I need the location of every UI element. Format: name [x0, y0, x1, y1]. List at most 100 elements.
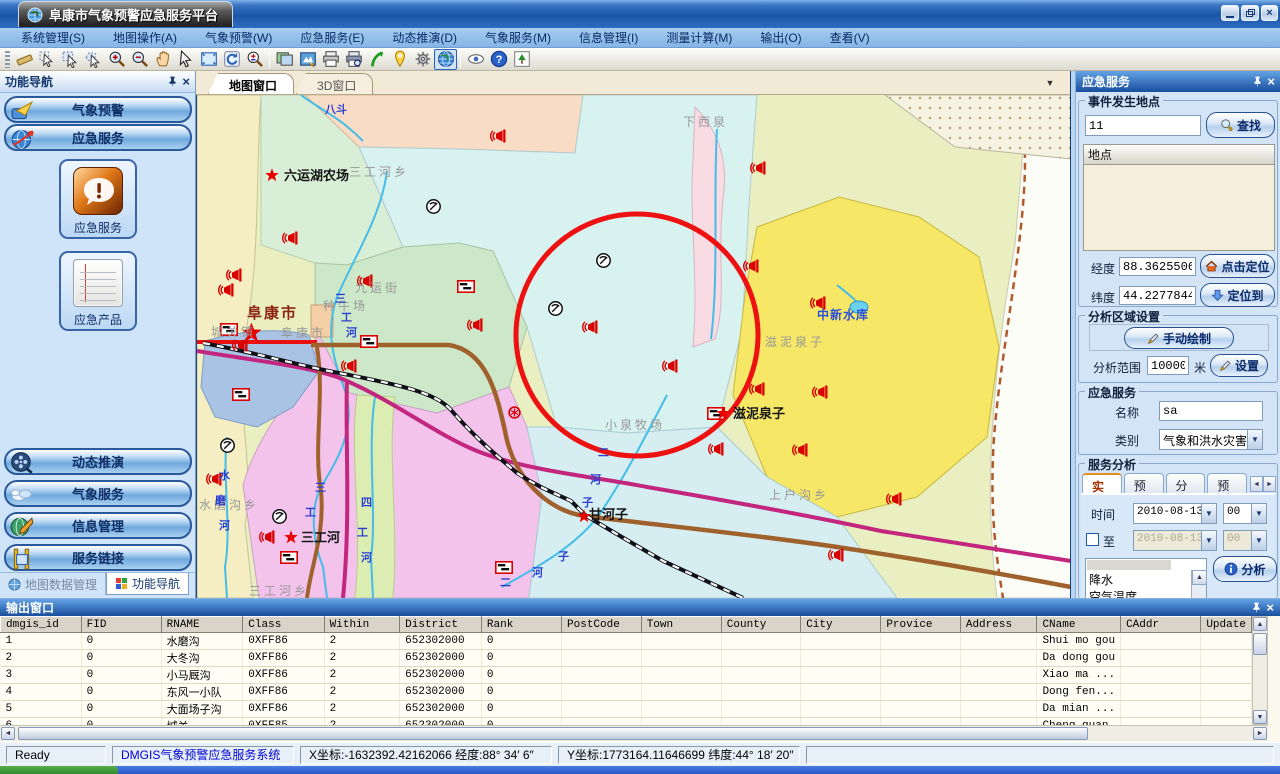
- output-column-header[interactable]: Class: [243, 617, 324, 633]
- date-combo[interactable]: 2010-08-13 ▼: [1133, 503, 1217, 524]
- globe-services-icon[interactable]: [434, 49, 457, 70]
- service-name-input[interactable]: [1159, 401, 1263, 421]
- output-row[interactable]: 40东风一小队0XFF8626523020000Dong fen...: [1, 684, 1252, 701]
- click-locate-button[interactable]: 点击定位: [1200, 254, 1275, 278]
- emergency-service-tool-button[interactable]: 应急服务: [59, 159, 137, 239]
- map-mine-icon[interactable]: [221, 439, 234, 452]
- to-checkbox[interactable]: [1086, 533, 1099, 546]
- set-range-button[interactable]: 设置: [1210, 354, 1268, 377]
- tab-3d-window[interactable]: 3D窗口: [296, 73, 373, 94]
- nav-section-weather-warning[interactable]: 气象预警: [4, 96, 192, 123]
- start-button-edge[interactable]: [0, 766, 118, 774]
- combo-dropdown-icon[interactable]: ▼: [1201, 531, 1216, 550]
- pin-icon[interactable]: [167, 76, 178, 87]
- map-flag-icon[interactable]: [361, 336, 377, 347]
- combo-dropdown-icon[interactable]: ▼: [1251, 504, 1266, 523]
- scroll-right-icon[interactable]: ►: [1253, 727, 1267, 740]
- menu-item-dynamic-simulation[interactable]: 动态推演(D): [379, 27, 470, 48]
- menu-item-emergency-service[interactable]: 应急服务(E): [287, 27, 377, 48]
- place-list-header[interactable]: 地点: [1083, 144, 1275, 165]
- restore-button[interactable]: [1241, 5, 1259, 21]
- output-column-header[interactable]: Town: [641, 617, 721, 633]
- map-flag-icon[interactable]: [233, 389, 249, 400]
- full-extent-icon[interactable]: [197, 49, 220, 70]
- service-type-combo[interactable]: 气象和洪水灾害 ▼: [1159, 429, 1263, 450]
- output-vertical-scrollbar[interactable]: ▲ ▼: [1252, 616, 1268, 725]
- scroll-up-icon[interactable]: ▲: [1192, 570, 1207, 585]
- refresh-icon[interactable]: [220, 49, 243, 70]
- listbox-scrollbar[interactable]: ▲: [1191, 570, 1206, 600]
- scroll-up-icon[interactable]: ▲: [1253, 617, 1267, 631]
- search-button[interactable]: 查找: [1206, 112, 1275, 138]
- place-list-body[interactable]: [1083, 165, 1275, 251]
- nav-section-emergency-service[interactable]: 应急服务: [4, 124, 192, 151]
- map-flag-icon[interactable]: [458, 281, 474, 292]
- map-flag-icon[interactable]: [496, 562, 512, 573]
- output-column-header[interactable]: CAddr: [1121, 617, 1201, 633]
- range-input[interactable]: [1147, 356, 1189, 375]
- print-icon[interactable]: [319, 49, 342, 70]
- menu-item-output[interactable]: 输出(O): [747, 27, 814, 48]
- output-row[interactable]: 60城关0XFF8526523020000Cheng guan: [1, 718, 1252, 726]
- list-item[interactable]: 降水: [1086, 571, 1206, 588]
- output-horizontal-scrollbar[interactable]: ◄ ►: [0, 725, 1268, 741]
- nav-link-info-management[interactable]: 信息管理: [4, 512, 192, 539]
- combo-dropdown-icon[interactable]: ▼: [1247, 430, 1262, 449]
- map-mine-icon[interactable]: [597, 254, 610, 267]
- place-marker-icon[interactable]: [388, 49, 411, 70]
- map-mine-icon[interactable]: [427, 200, 440, 213]
- output-row[interactable]: 10水磨沟0XFF8626523020000Shui mo gou: [1, 633, 1252, 650]
- output-column-header[interactable]: Address: [960, 617, 1037, 633]
- close-panel-icon[interactable]: ×: [182, 75, 190, 88]
- tab-forecast[interactable]: 预报: [1124, 473, 1164, 493]
- close-panel-icon[interactable]: ×: [1266, 601, 1274, 614]
- redline-arrow-icon[interactable]: [365, 49, 388, 70]
- pointer-icon[interactable]: [174, 49, 197, 70]
- output-column-header[interactable]: RNAME: [161, 617, 243, 633]
- zoom-in-icon[interactable]: [105, 49, 128, 70]
- map-layers-icon[interactable]: [273, 49, 296, 70]
- end-date-combo[interactable]: 2010-08-13 ▼: [1133, 530, 1217, 551]
- menu-item-info-management[interactable]: 信息管理(I): [566, 27, 651, 48]
- identify-eye-icon[interactable]: [464, 49, 487, 70]
- zoom-out-icon[interactable]: [128, 49, 151, 70]
- output-column-header[interactable]: CName: [1037, 617, 1121, 633]
- zoom-scale-icon[interactable]: [243, 49, 266, 70]
- vertical-scroll-thumb[interactable]: [1253, 633, 1267, 655]
- combo-dropdown-icon[interactable]: ▼: [1251, 531, 1266, 550]
- menu-item-system[interactable]: 系统管理(S): [8, 27, 98, 48]
- select-rectangle-icon[interactable]: [59, 49, 82, 70]
- output-column-header[interactable]: FID: [81, 617, 161, 633]
- hour-combo[interactable]: 00 ▼: [1223, 503, 1267, 524]
- pan-hand-icon[interactable]: [151, 49, 174, 70]
- manual-draw-button[interactable]: 手动绘制: [1124, 327, 1234, 349]
- output-column-header[interactable]: PostCode: [562, 617, 642, 633]
- output-column-header[interactable]: District: [400, 617, 482, 633]
- nav-link-service-links[interactable]: 服务链接: [4, 544, 192, 571]
- output-row[interactable]: 30小马厩沟0XFF8626523020000Xiao ma ...: [1, 667, 1252, 684]
- map-canvas[interactable]: 六运湖农场三工河乡下西泉九运街阜康市城关镇阜康市种牛场滋泥泉子中新水库滋泥泉子小…: [196, 95, 1070, 598]
- close-panel-icon[interactable]: ×: [1267, 75, 1275, 88]
- map-tab-dropdown-icon[interactable]: ▼: [1042, 76, 1058, 90]
- menu-item-view[interactable]: 查看(V): [817, 27, 883, 48]
- tab-analysis[interactable]: 分析: [1166, 473, 1206, 493]
- scroll-down-icon[interactable]: ▼: [1253, 710, 1267, 724]
- menu-item-measure[interactable]: 测量计算(M): [653, 27, 745, 48]
- select-arrow-icon[interactable]: [36, 49, 59, 70]
- output-column-header[interactable]: dmgis_id: [1, 617, 82, 633]
- map-mine-icon[interactable]: [549, 302, 562, 315]
- horizontal-scroll-thumb[interactable]: [18, 727, 1088, 740]
- output-column-header[interactable]: County: [721, 617, 800, 633]
- emergency-product-tool-button[interactable]: 应急产品: [59, 251, 137, 331]
- longitude-input[interactable]: [1119, 257, 1196, 276]
- toolbar-grip[interactable]: [5, 51, 10, 68]
- tab-scroll-left-icon[interactable]: ◄: [1250, 476, 1263, 492]
- output-row[interactable]: 50大面场子沟0XFF8626523020000Da mian ...: [1, 701, 1252, 718]
- select-polygon-icon[interactable]: [82, 49, 105, 70]
- tab-function-navigation[interactable]: 功能导航: [106, 573, 189, 595]
- nav-link-dynamic-simulation[interactable]: 动态推演: [4, 448, 192, 475]
- map-mine-icon[interactable]: [273, 510, 286, 523]
- minimize-button[interactable]: [1221, 5, 1239, 21]
- overview-image-icon[interactable]: [510, 49, 533, 70]
- print-preview-icon[interactable]: [342, 49, 365, 70]
